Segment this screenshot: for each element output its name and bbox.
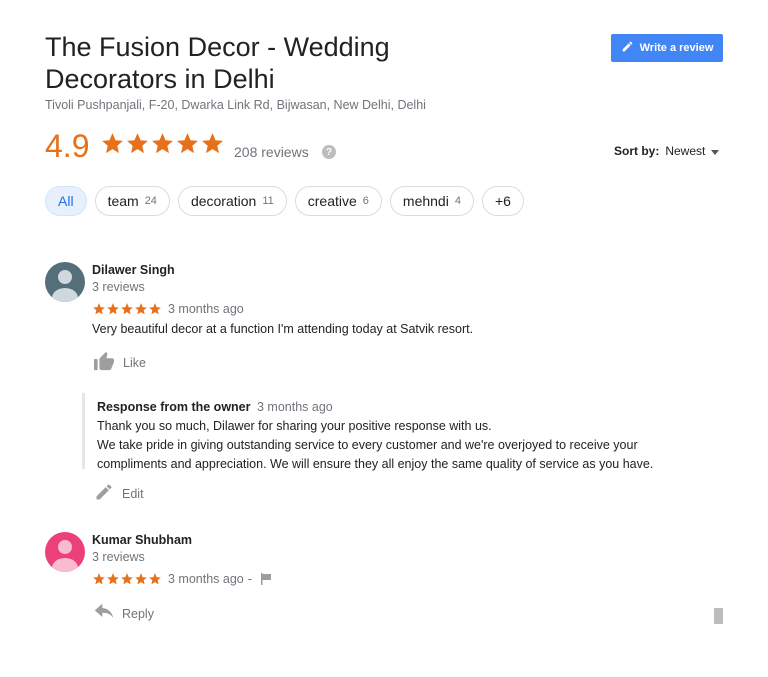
reviewer-review-count: 3 reviews — [92, 550, 145, 564]
review-text: Very beautiful decor at a function I'm a… — [92, 322, 474, 336]
star-icon — [202, 133, 223, 154]
owner-response-label: Response from the owner — [97, 400, 251, 414]
owner-response-line: Thank you so much, Dilawer for sharing y… — [97, 419, 492, 433]
like-button[interactable]: Like — [93, 351, 146, 374]
avatar[interactable] — [45, 532, 85, 572]
reviewer-name[interactable]: Dilawer Singh — [92, 263, 175, 277]
chip-decoration[interactable]: decoration 11 — [177, 186, 287, 216]
owner-response: Response from the owner 3 months ago Tha… — [82, 393, 702, 471]
owner-response-line: compliments and appreciation. We will en… — [97, 457, 654, 471]
write-review-button[interactable]: Write a review — [611, 34, 723, 62]
owner-response-line: We take pride in giving outstanding serv… — [97, 438, 638, 452]
chip-more[interactable]: +6 — [481, 186, 524, 216]
flag-icon[interactable] — [260, 573, 272, 585]
chip-count: 24 — [144, 195, 157, 207]
star-icon — [93, 573, 105, 585]
review-time: 3 months ago — [168, 572, 244, 586]
star-icon — [121, 303, 133, 315]
thumbs-up-icon — [93, 351, 115, 374]
chip-label: +6 — [494, 193, 511, 209]
chip-count: 11 — [262, 195, 274, 207]
person-icon — [52, 540, 78, 572]
chip-label: All — [58, 193, 74, 209]
sort-value: Newest — [665, 144, 706, 158]
chip-count: 6 — [362, 195, 369, 207]
star-icon — [152, 133, 173, 154]
star-icon — [149, 573, 161, 585]
pencil-icon — [94, 482, 114, 505]
chip-label: creative — [307, 193, 357, 209]
star-icon — [102, 133, 123, 154]
star-icon — [177, 133, 198, 154]
reply-button[interactable]: Reply — [94, 603, 154, 624]
star-icon — [107, 573, 119, 585]
edit-label: Edit — [122, 486, 144, 501]
review-stars: 3 months ago — [92, 302, 244, 316]
reply-icon — [94, 603, 114, 624]
place-title: The Fusion Decor - Wedding Decorators in… — [45, 32, 390, 94]
separator: - — [247, 572, 252, 586]
owner-response-time: 3 months ago — [256, 400, 333, 414]
review-stars: 3 months ago - — [92, 572, 272, 586]
chip-label: team — [107, 193, 139, 209]
pencil-icon — [621, 40, 634, 56]
review-count: 208 reviews — [234, 144, 309, 160]
scrollbar-thumb[interactable] — [714, 608, 723, 624]
avatar[interactable] — [45, 262, 85, 302]
like-label: Like — [123, 355, 146, 370]
write-review-label: Write a review — [639, 42, 714, 54]
chip-label: decoration — [190, 193, 257, 209]
sort-dropdown[interactable]: Sort by: Newest — [614, 144, 720, 158]
average-rating: 4.9 — [45, 128, 90, 164]
reviewer-review-count: 3 reviews — [92, 280, 145, 294]
star-icon — [93, 303, 105, 315]
help-icon[interactable]: ? — [322, 145, 336, 159]
chip-all[interactable]: All — [45, 186, 87, 216]
star-icon — [149, 303, 161, 315]
rating-stars — [100, 131, 225, 156]
star-icon — [121, 573, 133, 585]
chip-label: mehndi — [402, 193, 449, 209]
review-time: 3 months ago — [168, 302, 244, 316]
topic-chips: All team 24 decoration 11 creative 6 meh… — [45, 186, 524, 216]
chip-count: 4 — [454, 195, 461, 207]
star-icon — [127, 133, 148, 154]
star-icon — [135, 573, 147, 585]
dropdown-arrow-icon — [711, 144, 720, 158]
star-icon — [135, 303, 147, 315]
reviewer-name[interactable]: Kumar Shubham — [92, 533, 192, 547]
person-icon — [52, 270, 78, 302]
chip-team[interactable]: team 24 — [94, 186, 170, 216]
chip-mehndi[interactable]: mehndi 4 — [389, 186, 474, 216]
reply-label: Reply — [122, 606, 154, 621]
star-icon — [107, 303, 119, 315]
chip-creative[interactable]: creative 6 — [294, 186, 382, 216]
sort-label: Sort by: — [614, 144, 660, 158]
edit-button[interactable]: Edit — [94, 482, 144, 505]
place-address: Tivoli Pushpanjali, F-20, Dwarka Link Rd… — [45, 98, 426, 112]
